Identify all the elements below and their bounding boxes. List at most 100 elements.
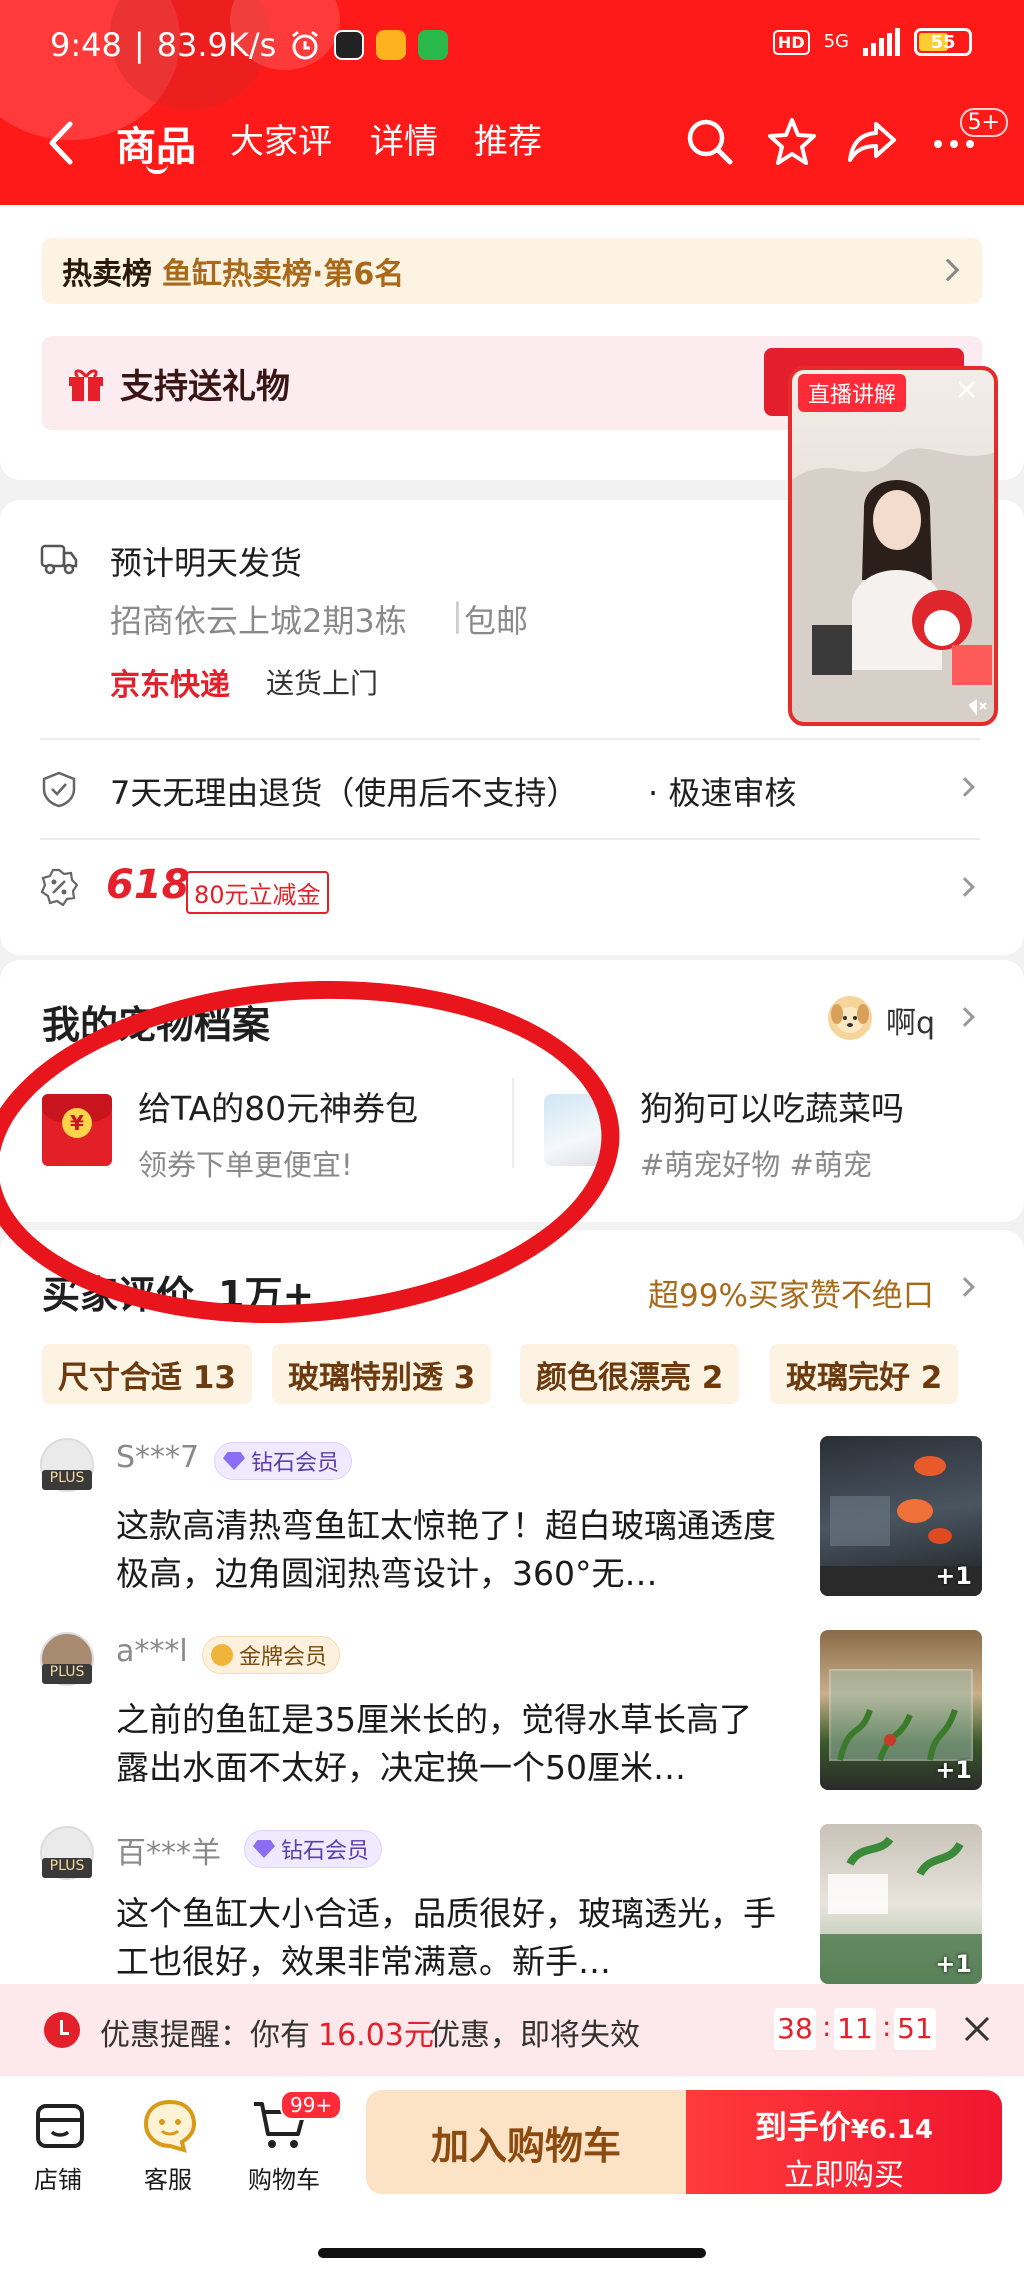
member-level-label: 金牌会员 bbox=[239, 1645, 328, 1670]
countdown-minutes: 11 bbox=[834, 2008, 876, 2050]
review-text[interactable]: 之前的鱼缸是35厘米长的，觉得水草长高了露出水面不太好，决定换一个50厘米… bbox=[116, 1696, 776, 1792]
countdown-separator: : bbox=[882, 2010, 892, 2043]
buy-now-label: 立即购买 bbox=[784, 2158, 904, 2193]
add-to-cart-button[interactable]: 加入购物车 bbox=[366, 2090, 686, 2194]
member-level-label: 钻石会员 bbox=[281, 1839, 370, 1864]
buy-now-button[interactable]: 到手价¥6.14 立即购买 bbox=[686, 2090, 1002, 2194]
more-images-count: +1 bbox=[935, 1950, 972, 1978]
more-images-count: +1 bbox=[935, 1562, 972, 1590]
courier-label: 京东快递 bbox=[110, 668, 230, 703]
reviews-praise[interactable]: 超99%买家赞不绝口 bbox=[648, 1270, 934, 1315]
status-net-speed: 83.9K/s bbox=[156, 26, 277, 64]
cart-label[interactable]: 购物车 bbox=[248, 2160, 320, 2195]
pet-article-title[interactable]: 狗狗可以吃蔬菜吗 bbox=[640, 1082, 904, 1130]
hd-icon: HD bbox=[772, 29, 810, 55]
live-video-frame bbox=[792, 448, 994, 722]
notes-notification-icon bbox=[376, 30, 407, 60]
wechat-notification-icon bbox=[418, 30, 449, 60]
address-separator: | bbox=[452, 596, 463, 634]
add-to-cart-label: 加入购物车 bbox=[430, 2123, 621, 2168]
countdown-hours: 38 bbox=[774, 2008, 816, 2050]
battery-icon: 55 bbox=[914, 28, 972, 56]
plus-badge: PLUS bbox=[42, 1664, 92, 1684]
customer-service-icon[interactable] bbox=[140, 2098, 200, 2154]
user-avatar bbox=[828, 996, 872, 1040]
reviewer-name: a***l bbox=[116, 1634, 188, 1669]
network-type: 5G bbox=[823, 31, 849, 52]
live-video-window[interactable] bbox=[788, 366, 998, 726]
countdown-seconds: 51 bbox=[894, 2008, 936, 2050]
status-separator: | bbox=[133, 26, 145, 64]
pet-article-tags: #萌宠好物 #萌宠 bbox=[640, 1148, 872, 1182]
member-level-badge: 钻石会员 bbox=[244, 1830, 383, 1868]
review-image[interactable]: +1 bbox=[820, 1436, 982, 1596]
member-level-badge: 金牌会员 bbox=[202, 1636, 341, 1674]
review-chip[interactable]: 尺寸合适 13 bbox=[42, 1344, 252, 1404]
plus-badge: PLUS bbox=[42, 1858, 92, 1878]
delivery-truck-icon bbox=[40, 544, 78, 575]
ranking-banner[interactable]: 热卖榜 鱼缸热卖榜·第6名 bbox=[42, 238, 982, 304]
delivery-method: 送货上门 bbox=[266, 667, 379, 700]
live-video-close-icon[interactable]: × bbox=[954, 372, 979, 407]
price-line: 到手价¥6.14 bbox=[686, 2102, 1002, 2148]
dog-avatar-icon bbox=[831, 1004, 869, 1033]
review-text[interactable]: 这款高清热弯鱼缸太惊艳了！超白玻璃通透度极高，边角圆润热弯设计，360°无… bbox=[116, 1502, 776, 1598]
ranking-label: 热卖榜 bbox=[62, 257, 152, 292]
coupon-reminder-bar[interactable]: 优惠提醒：你有 16.03元 优惠，即将失效 38 : 11 : 51 bbox=[0, 1984, 1024, 2076]
shield-check-icon bbox=[42, 771, 76, 808]
home-indicator[interactable] bbox=[318, 2248, 706, 2258]
live-video-tag: 直播讲解 bbox=[798, 374, 907, 412]
member-level-badge: 钻石会员 bbox=[214, 1442, 353, 1480]
promo-coupon-tag[interactable]: 80元立减金 bbox=[186, 871, 329, 914]
returns-extra: · 极速审核 bbox=[648, 774, 797, 812]
diamond-icon bbox=[223, 1452, 245, 1470]
back-arrow-icon[interactable] bbox=[42, 118, 82, 168]
reminder-amount: 16.03元 bbox=[318, 2018, 434, 2053]
plus-badge: PLUS bbox=[42, 1470, 92, 1490]
shipping-title: 预计明天发货 bbox=[110, 544, 303, 582]
status-bar-left: 9:48 | 83.9K/s bbox=[50, 26, 449, 64]
signal-icon bbox=[863, 28, 900, 56]
tab-recommend[interactable]: 推荐 bbox=[474, 114, 542, 163]
more-badge: 5+ bbox=[959, 108, 1008, 137]
returns-policy[interactable]: 7天无理由退货（使用后不支持） bbox=[110, 768, 578, 814]
shipping-address[interactable]: 招商依云上城2期3栋 bbox=[110, 596, 407, 642]
battery-level: 55 bbox=[930, 31, 956, 53]
ranking-value: 鱼缸热卖榜·第6名 bbox=[162, 257, 405, 292]
reviewer-name: 百***羊 bbox=[116, 1836, 221, 1871]
status-bar-right: HD 5G 55 bbox=[772, 28, 972, 56]
app-notification-icon bbox=[334, 30, 365, 60]
gold-medal-icon bbox=[211, 1644, 233, 1666]
price-value: ¥6.14 bbox=[850, 2115, 934, 2145]
reviewer-name: S***7 bbox=[116, 1440, 200, 1475]
share-icon[interactable] bbox=[846, 116, 898, 168]
review-chip[interactable]: 玻璃特别透 3 bbox=[272, 1344, 492, 1404]
search-icon[interactable] bbox=[684, 116, 736, 168]
tab-details[interactable]: 详情 bbox=[370, 114, 438, 163]
divider bbox=[40, 738, 980, 740]
pet-profile-username[interactable]: 啊q bbox=[886, 998, 935, 1042]
favorite-star-icon[interactable] bbox=[766, 116, 818, 168]
diamond-icon bbox=[253, 1840, 275, 1858]
reminder-suffix: 优惠，即将失效 bbox=[430, 2018, 640, 2053]
status-time: 9:48 bbox=[50, 26, 122, 64]
review-image[interactable]: +1 bbox=[820, 1824, 982, 1984]
member-level-label: 钻石会员 bbox=[251, 1451, 340, 1476]
reminder-prefix: 优惠提醒：你有 bbox=[100, 2018, 310, 2053]
close-icon[interactable] bbox=[962, 2014, 992, 2044]
gift-icon bbox=[69, 369, 103, 401]
review-text[interactable]: 这个鱼缸大小合适，品质很好，玻璃透光，手工也很好，效果非常满意。新手… bbox=[116, 1890, 776, 1986]
review-chip[interactable]: 玻璃完好 2 bbox=[770, 1344, 959, 1404]
review-image[interactable]: +1 bbox=[820, 1630, 982, 1790]
more-images-count: +1 bbox=[935, 1756, 972, 1784]
countdown-separator: : bbox=[822, 2010, 832, 2043]
clock-icon bbox=[44, 2012, 80, 2048]
free-shipping-label: 包邮 bbox=[464, 602, 529, 640]
review-chip[interactable]: 颜色很漂亮 2 bbox=[520, 1344, 740, 1404]
tab-reviews[interactable]: 大家评 bbox=[230, 114, 332, 163]
store-label[interactable]: 店铺 bbox=[34, 2160, 82, 2195]
discount-badge-icon bbox=[40, 868, 78, 906]
customer-service-label[interactable]: 客服 bbox=[144, 2160, 192, 2195]
store-icon[interactable] bbox=[30, 2098, 90, 2154]
price-label: 到手价 bbox=[754, 2108, 851, 2146]
